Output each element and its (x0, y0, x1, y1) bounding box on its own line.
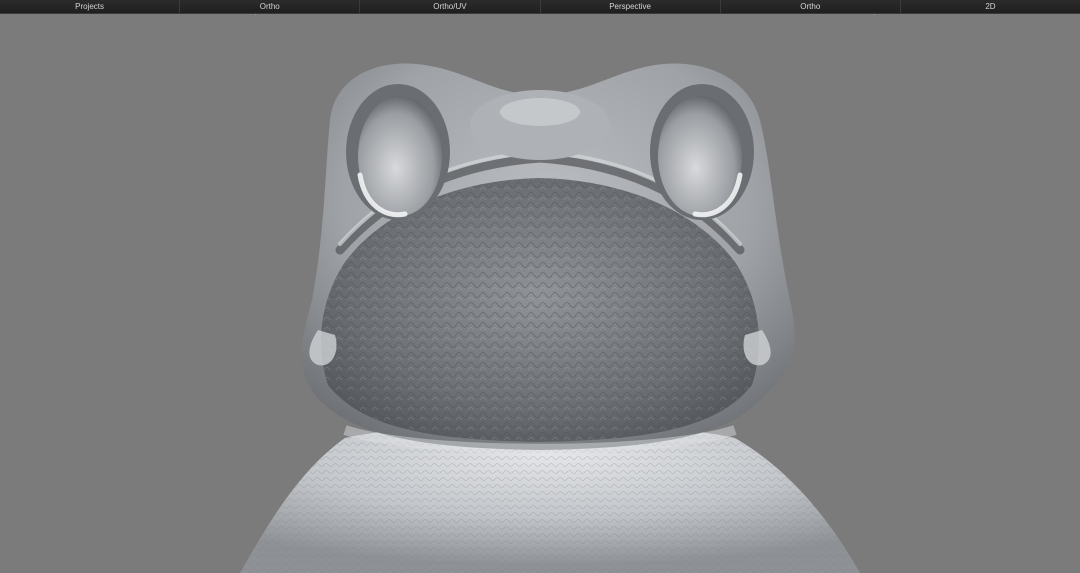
sculpt-app-window: Projects Ortho Ortho/UV Perspective Orth… (0, 0, 1080, 573)
frog-right-eye (650, 84, 754, 220)
viewport-tab-bar: Projects Ortho Ortho/UV Perspective Orth… (0, 0, 1080, 14)
tab-2d[interactable]: 2D (900, 0, 1080, 13)
tab-ortho[interactable]: Ortho (180, 0, 361, 13)
frog-left-eye (346, 84, 450, 220)
tab-projects[interactable]: Projects (0, 0, 181, 13)
tab-ortho-uv[interactable]: Ortho/UV (360, 0, 541, 13)
3d-viewport[interactable] (0, 15, 1080, 573)
frog-sculpt-model (240, 63, 860, 573)
tab-perspective[interactable]: Perspective (540, 0, 721, 13)
tab-ortho-secondary[interactable]: Ortho (720, 0, 901, 13)
